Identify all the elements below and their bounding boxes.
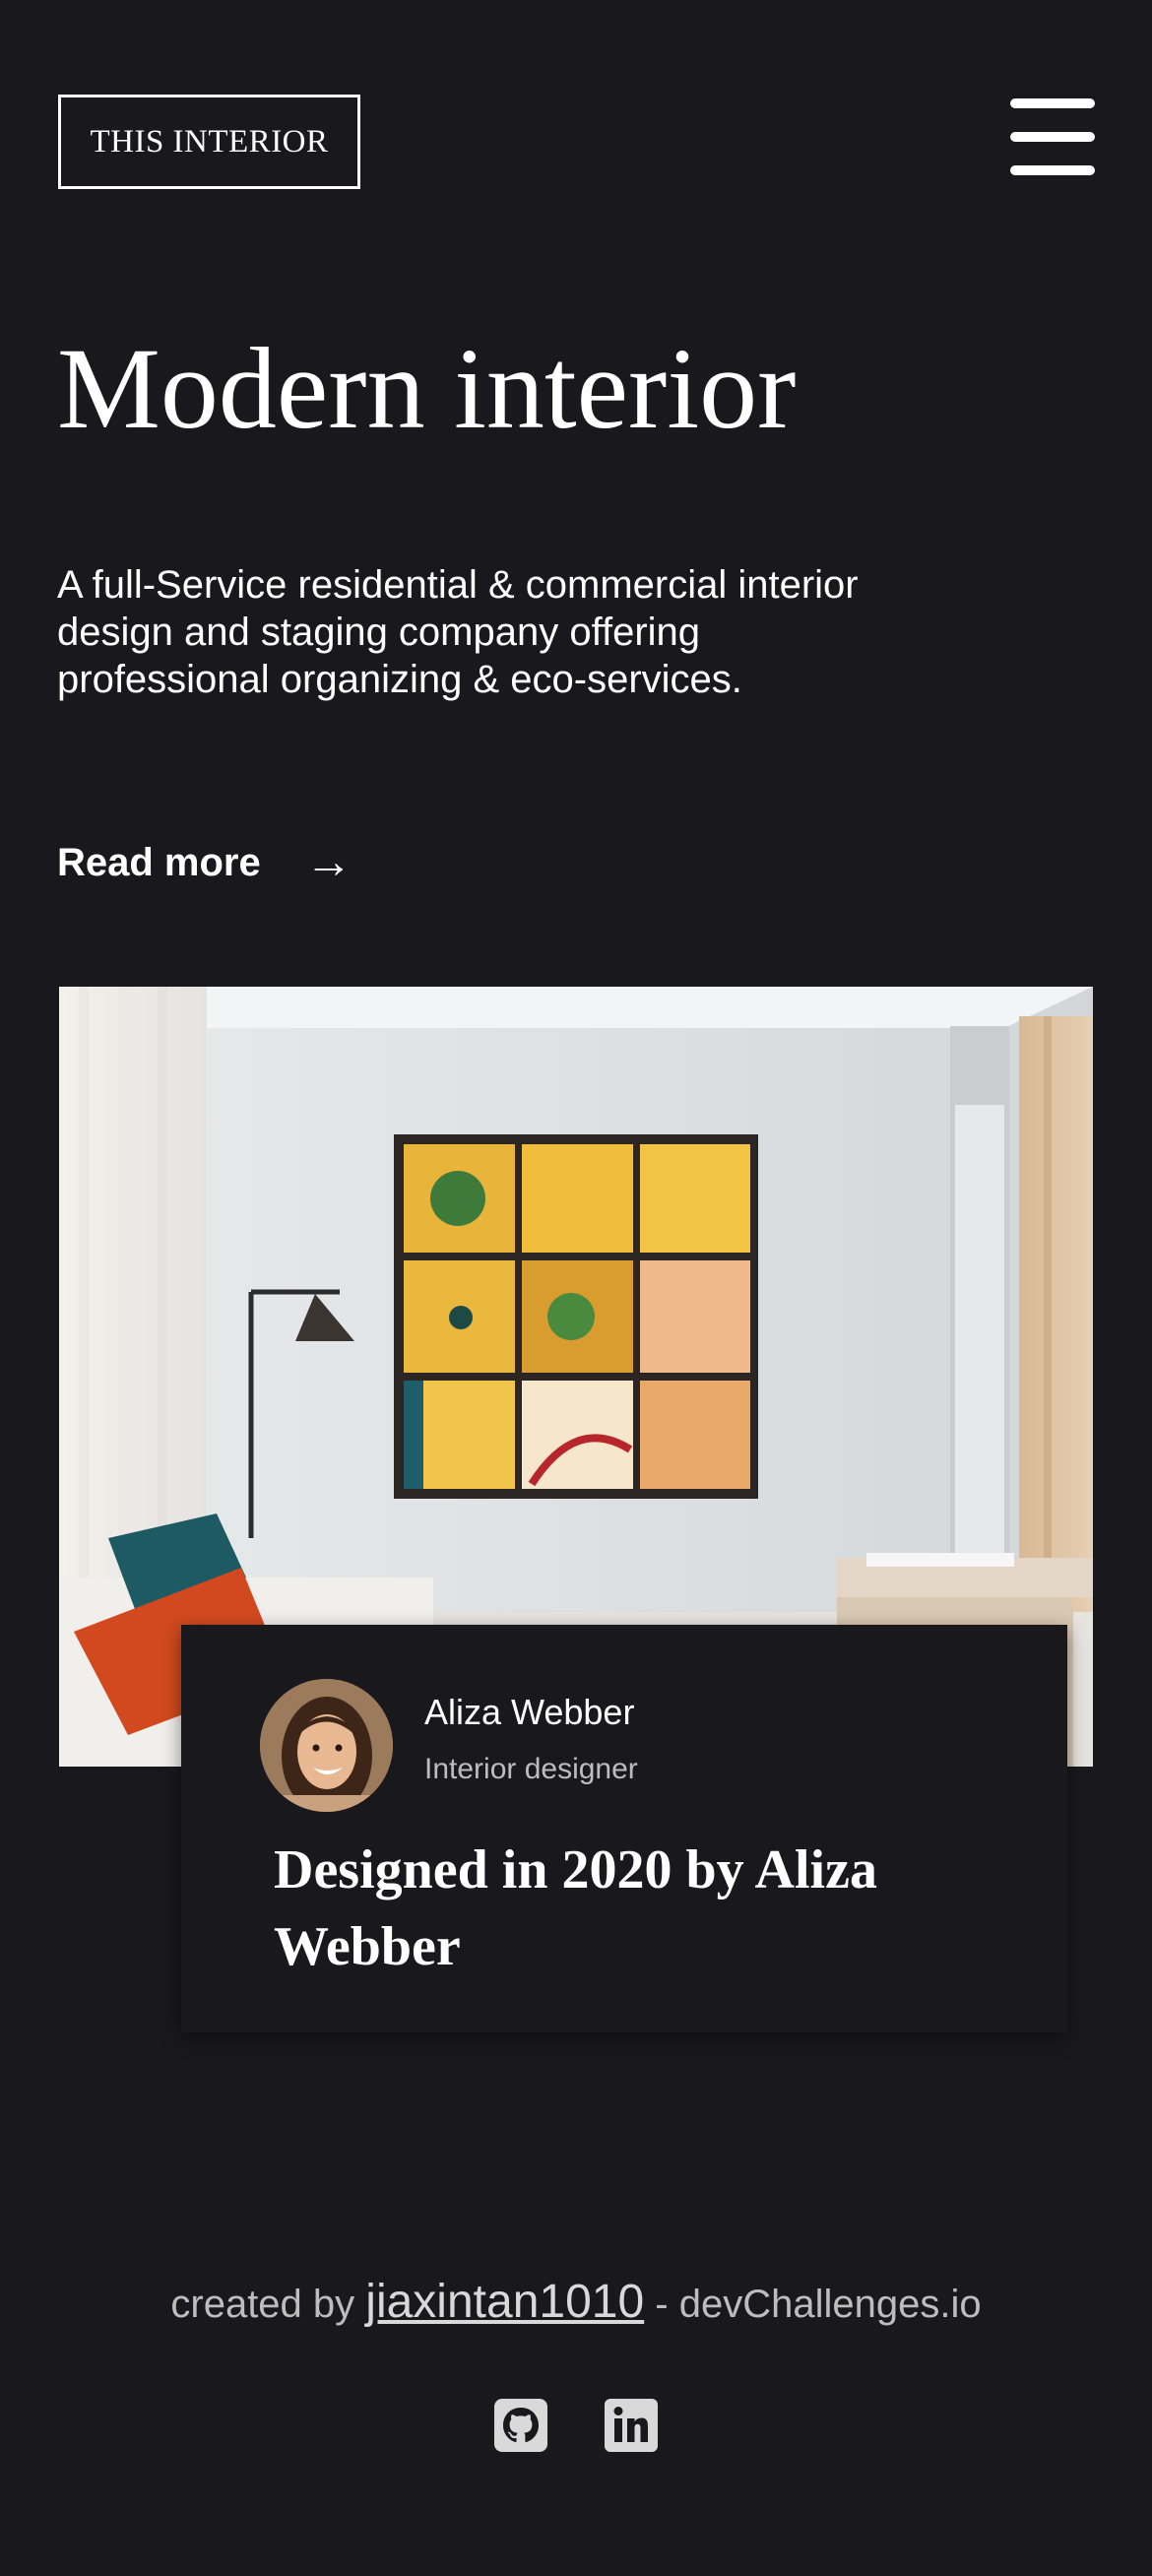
read-more-link[interactable]: Read more →	[57, 839, 352, 886]
separator: -	[655, 2283, 669, 2326]
hamburger-menu-icon[interactable]	[1010, 98, 1095, 175]
logo[interactable]: THIS INTERIOR	[58, 95, 360, 189]
logo-text: THIS INTERIOR	[90, 123, 329, 160]
hero-description: A full-Service residential & commercial …	[57, 563, 859, 701]
author-link[interactable]: jiaxintan1010	[365, 2276, 644, 2328]
created-by-text: created by	[170, 2283, 355, 2326]
arrow-right-icon: →	[304, 836, 352, 888]
designer-card: Aliza Webber Interior designer Designed …	[181, 1625, 1067, 2032]
designer-name: Aliza Webber	[424, 1692, 635, 1732]
page-title: Modern interior	[57, 324, 797, 453]
github-icon[interactable]	[494, 2399, 547, 2452]
read-more-label: Read more	[57, 840, 261, 884]
footer-credit: created by jiaxintan1010 - devChallenges…	[0, 2275, 1152, 2329]
designer-role: Interior designer	[424, 1753, 638, 1785]
menu-bar	[1010, 165, 1095, 175]
card-caption: Designed in 2020 by Aliza Webber	[274, 1839, 877, 1977]
site-name: devChallenges.io	[678, 2283, 982, 2326]
linkedin-icon[interactable]	[605, 2399, 658, 2452]
social-links	[0, 2399, 1152, 2452]
avatar	[260, 1679, 393, 1812]
menu-bar	[1010, 98, 1095, 108]
menu-bar	[1010, 132, 1095, 142]
